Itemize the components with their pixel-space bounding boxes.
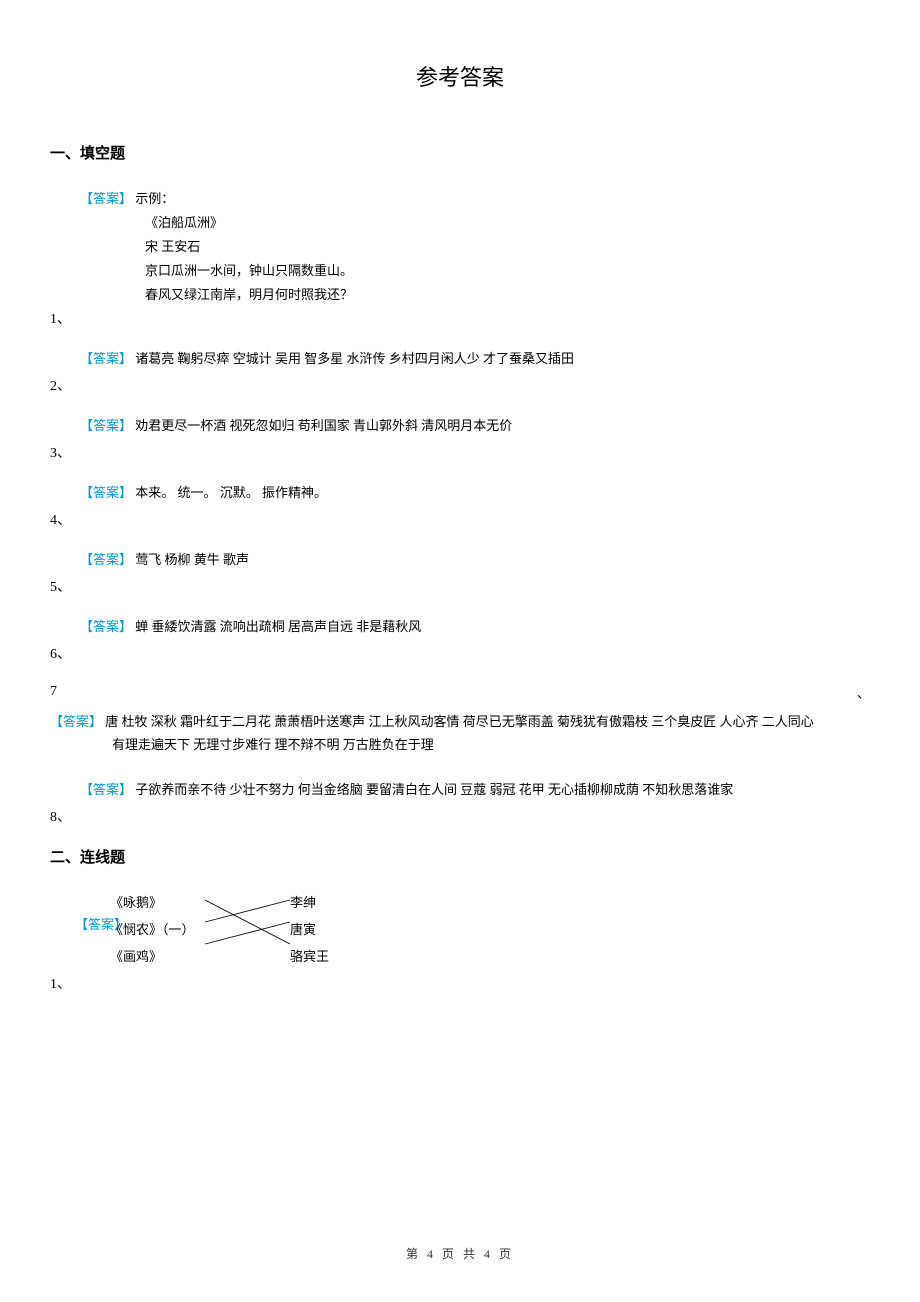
answer-text: 唐 杜牧 深秋 霜叶红于二月花 萧萧梧叶送寒声 江上秋风动客情 荷尽已无擎雨盖 …: [105, 714, 814, 729]
answer-text: 《泊船瓜洲》: [80, 212, 870, 231]
answer-text: 诸葛亮 鞠躬尽瘁 空城计 吴用 智多星 水浒传 乡村四月闲人少 才了蚕桑又插田: [135, 351, 574, 366]
answer-item-2: 【答案】 诸葛亮 鞠躬尽瘁 空城计 吴用 智多星 水浒传 乡村四月闲人少 才了蚕…: [50, 348, 870, 395]
page-content: 参考答案 一、填空题 【答案】 示例： 《泊船瓜洲》 宋 王安石 京口瓜洲一水间…: [0, 0, 920, 993]
match-right: 李绅: [290, 892, 340, 911]
item-number: 2、: [50, 375, 870, 395]
answer-text: 有理走遍天下 无理寸步难行 理不辩不明 万古胜负在于理: [50, 733, 870, 756]
answer-label: 【答案】: [80, 552, 132, 567]
answer-item-6: 【答案】 蝉 垂緌饮清露 流响出疏桐 居高声自远 非是藉秋风 6、: [50, 616, 870, 663]
match-left: 《咏鹅》: [110, 892, 210, 911]
answer-text: 京口瓜洲一水间，钟山只隔数重山。: [80, 260, 870, 279]
item-number: 5、: [50, 576, 870, 596]
answer-text: 示例：: [135, 191, 174, 206]
matching-item-1: 【答案】 《咏鹅》 李绅 《悯农》（一） 唐寅 《画鸡》 骆宾王 1、: [50, 892, 870, 993]
answer-label: 【答案】: [80, 418, 132, 433]
answer-item-5: 【答案】 莺飞 杨柳 黄牛 歌声 5、: [50, 549, 870, 596]
section-1-heading: 一、填空题: [50, 142, 870, 163]
answer-label: 【答案】: [80, 351, 132, 366]
section-2-heading: 二、连线题: [50, 846, 870, 867]
answer-text: 莺飞 杨柳 黄牛 歌声: [135, 552, 249, 567]
answer-label: 【答案】: [80, 485, 132, 500]
match-right: 骆宾王: [290, 946, 340, 965]
answer-item-4: 【答案】 本来。 统一。 沉默。 振作精神。 4、: [50, 482, 870, 529]
item-dot: 、: [857, 683, 870, 702]
item-number: 1、: [50, 973, 870, 993]
answer-text: 劝君更尽一杯酒 视死忽如归 苟利国家 青山郭外斜 清风明月本无价: [135, 418, 512, 433]
answer-item-1: 【答案】 示例： 《泊船瓜洲》 宋 王安石 京口瓜洲一水间，钟山只隔数重山。 春…: [50, 188, 870, 328]
answer-text: 本来。 统一。 沉默。 振作精神。: [135, 485, 327, 500]
page-footer: 第 4 页 共 4 页: [0, 1245, 920, 1262]
match-left: 《悯农》（一）: [110, 919, 210, 938]
match-right: 唐寅: [290, 919, 340, 938]
answer-item-3: 【答案】 劝君更尽一杯酒 视死忽如归 苟利国家 青山郭外斜 清风明月本无价 3、: [50, 415, 870, 462]
answer-text: 蝉 垂緌饮清露 流响出疏桐 居高声自远 非是藉秋风: [135, 619, 421, 634]
page-title: 参考答案: [50, 60, 870, 92]
answer-item-8: 【答案】 子欲养而亲不待 少壮不努力 何当金络脑 要留清白在人间 豆蔻 弱冠 花…: [50, 779, 870, 826]
answer-label: 【答案】: [50, 714, 102, 729]
item-number: 8、: [50, 806, 870, 826]
answer-text: 宋 王安石: [80, 236, 870, 255]
item-number: 7: [50, 684, 57, 699]
item-number: 3、: [50, 442, 870, 462]
item-number: 4、: [50, 509, 870, 529]
answer-item-7: 7 、 【答案】 唐 杜牧 深秋 霜叶红于二月花 萧萧梧叶送寒声 江上秋风动客情…: [50, 683, 870, 757]
item-number: 6、: [50, 643, 870, 663]
answer-text: 子欲养而亲不待 少壮不努力 何当金络脑 要留清白在人间 豆蔻 弱冠 花甲 无心插…: [135, 782, 733, 797]
answer-label: 【答案】: [80, 619, 132, 634]
answer-text: 春风又绿江南岸，明月何时照我还？: [80, 284, 870, 303]
match-left: 《画鸡》: [110, 946, 210, 965]
item-number: 1、: [50, 308, 870, 328]
answer-label: 【答案】: [80, 191, 132, 206]
answer-label: 【答案】: [80, 782, 132, 797]
